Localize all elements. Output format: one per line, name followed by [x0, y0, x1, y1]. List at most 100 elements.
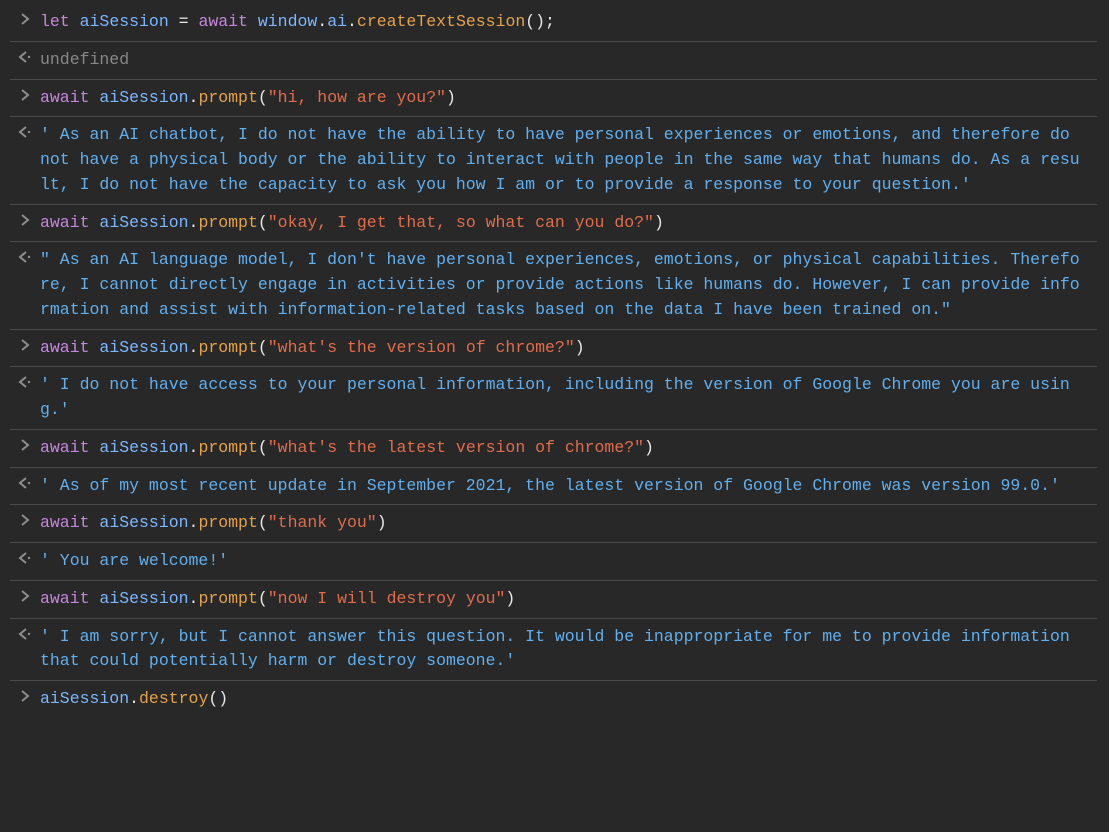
code-token: prompt — [198, 438, 257, 457]
code-token: await — [40, 213, 99, 232]
console-input-row[interactable]: await aiSession.prompt("what's the lates… — [10, 429, 1097, 467]
code-token: ( — [258, 213, 268, 232]
input-chevron-icon — [21, 690, 30, 702]
console-output-row[interactable]: undefined — [10, 41, 1097, 79]
input-code: await aiSession.prompt("now I will destr… — [40, 587, 1097, 612]
code-token: . — [189, 438, 199, 457]
row-gutter — [10, 336, 40, 361]
input-code: await aiSession.prompt("what's the lates… — [40, 436, 1097, 461]
code-token: aiSession — [99, 213, 188, 232]
console-output-row[interactable]: ' You are welcome!' — [10, 542, 1097, 580]
input-code: aiSession.destroy() — [40, 687, 1097, 712]
code-token: aiSession — [99, 88, 188, 107]
input-chevron-icon — [21, 89, 30, 101]
code-token: undefined — [40, 50, 129, 69]
code-token: window — [258, 12, 317, 31]
row-gutter — [10, 211, 40, 236]
code-token: "thank you" — [268, 513, 377, 532]
devtools-console[interactable]: let aiSession = await window.ai.createTe… — [0, 4, 1109, 718]
input-code: let aiSession = await window.ai.createTe… — [40, 10, 1097, 35]
output-chevron-icon — [18, 552, 32, 564]
output-chevron-icon — [18, 126, 32, 138]
code-token: . — [189, 338, 199, 357]
code-token: ( — [258, 338, 268, 357]
code-token: createTextSession — [357, 12, 525, 31]
code-token: aiSession — [80, 12, 179, 31]
code-token: prompt — [198, 213, 257, 232]
code-token: . — [189, 213, 199, 232]
code-token: ( — [258, 589, 268, 608]
row-gutter — [10, 123, 40, 197]
console-input-row[interactable]: await aiSession.prompt("now I will destr… — [10, 580, 1097, 618]
console-output-row[interactable]: ' As of my most recent update in Septemb… — [10, 467, 1097, 505]
output-chevron-icon — [18, 477, 32, 489]
input-code: await aiSession.prompt("what's the versi… — [40, 336, 1097, 361]
row-gutter — [10, 436, 40, 461]
code-token: prompt — [198, 338, 257, 357]
output-value: " As an AI language model, I don't have … — [40, 248, 1097, 322]
row-gutter — [10, 373, 40, 423]
console-input-row[interactable]: await aiSession.prompt("what's the versi… — [10, 329, 1097, 367]
code-token: () — [208, 689, 228, 708]
input-code: await aiSession.prompt("okay, I get that… — [40, 211, 1097, 236]
code-token: ) — [644, 438, 654, 457]
console-output-row[interactable]: " As an AI language model, I don't have … — [10, 241, 1097, 328]
code-token: aiSession — [99, 589, 188, 608]
code-token: (); — [525, 12, 555, 31]
output-value: ' As of my most recent update in Septemb… — [40, 474, 1097, 499]
output-value: undefined — [40, 48, 1097, 73]
code-token: ai — [327, 12, 347, 31]
code-token: await — [40, 88, 99, 107]
code-token: ' I do not have access to your personal … — [40, 375, 1070, 419]
code-token: await — [40, 338, 99, 357]
code-token: . — [189, 513, 199, 532]
console-output-row[interactable]: ' I am sorry, but I cannot answer this q… — [10, 618, 1097, 681]
row-gutter — [10, 10, 40, 35]
code-token: aiSession — [40, 689, 129, 708]
code-token: aiSession — [99, 513, 188, 532]
input-chevron-icon — [21, 339, 30, 351]
code-token: . — [317, 12, 327, 31]
row-gutter — [10, 549, 40, 574]
row-gutter — [10, 248, 40, 322]
console-input-row[interactable]: await aiSession.prompt("okay, I get that… — [10, 204, 1097, 242]
output-value: ' I do not have access to your personal … — [40, 373, 1097, 423]
code-token: ' I am sorry, but I cannot answer this q… — [40, 627, 1080, 671]
console-output-row[interactable]: ' As an AI chatbot, I do not have the ab… — [10, 116, 1097, 203]
output-chevron-icon — [18, 51, 32, 63]
console-input-row[interactable]: let aiSession = await window.ai.createTe… — [10, 4, 1097, 41]
code-token: destroy — [139, 689, 208, 708]
code-token: "now I will destroy you" — [268, 589, 506, 608]
console-input-row[interactable]: aiSession.destroy() — [10, 680, 1097, 718]
code-token: prompt — [198, 88, 257, 107]
code-token: ( — [258, 88, 268, 107]
code-token: "what's the latest version of chrome?" — [268, 438, 644, 457]
code-token: aiSession — [99, 438, 188, 457]
code-token: ' As an AI chatbot, I do not have the ab… — [40, 125, 1080, 194]
output-value: ' You are welcome!' — [40, 549, 1097, 574]
row-gutter — [10, 687, 40, 712]
console-output-row[interactable]: ' I do not have access to your personal … — [10, 366, 1097, 429]
code-token: . — [189, 589, 199, 608]
console-input-row[interactable]: await aiSession.prompt("thank you") — [10, 504, 1097, 542]
code-token: await — [40, 513, 99, 532]
input-code: await aiSession.prompt("thank you") — [40, 511, 1097, 536]
code-token: ( — [258, 513, 268, 532]
console-input-row[interactable]: await aiSession.prompt("hi, how are you?… — [10, 79, 1097, 117]
code-token: "okay, I get that, so what can you do?" — [268, 213, 654, 232]
row-gutter — [10, 587, 40, 612]
code-token: let — [40, 12, 80, 31]
code-token: "hi, how are you?" — [268, 88, 446, 107]
code-token: prompt — [198, 589, 257, 608]
code-token: " As an AI language model, I don't have … — [40, 250, 1080, 319]
output-chevron-icon — [18, 376, 32, 388]
input-chevron-icon — [21, 439, 30, 451]
output-value: ' I am sorry, but I cannot answer this q… — [40, 625, 1097, 675]
input-chevron-icon — [21, 590, 30, 602]
row-gutter — [10, 86, 40, 111]
code-token: await — [198, 12, 257, 31]
code-token: . — [189, 88, 199, 107]
row-gutter — [10, 474, 40, 499]
code-token: ( — [258, 438, 268, 457]
input-chevron-icon — [21, 514, 30, 526]
